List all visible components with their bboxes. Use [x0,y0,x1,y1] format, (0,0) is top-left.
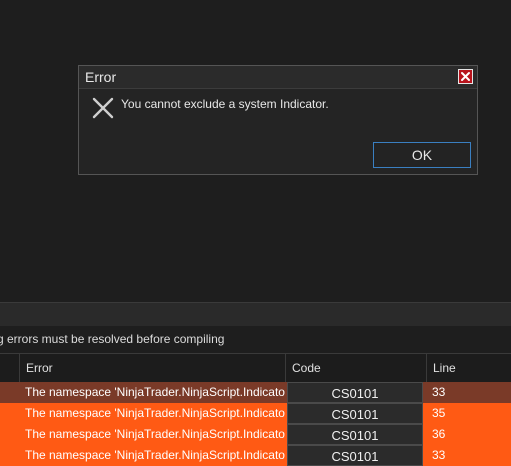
error-cell: The namespace 'NinjaTrader.NinjaScript.I… [25,427,285,441]
code-cell: CS0101 [287,382,423,403]
table-row[interactable]: The namespace 'NinjaTrader.NinjaScript.I… [0,445,511,466]
error-dialog: Error You cannot exclude a system Indica… [78,65,478,175]
table-row[interactable]: The namespace 'NinjaTrader.NinjaScript.I… [0,403,511,424]
error-cell: The namespace 'NinjaTrader.NinjaScript.I… [25,448,285,462]
line-cell: 35 [432,406,446,420]
code-cell: CS0101 [287,424,423,445]
status-bar: g errors must be resolved before compili… [0,326,511,353]
code-cell: CS0101 [287,403,423,424]
line-cell: 36 [432,427,446,441]
dialog-title-bar[interactable]: Error [79,66,477,89]
row-gutter [0,382,19,403]
column-header-error[interactable]: Error [19,354,285,382]
line-cell: 33 [432,385,446,399]
line-cell: 33 [432,448,446,462]
dialog-title: Error [85,69,117,85]
x-error-icon [91,96,115,120]
close-icon[interactable] [458,69,473,84]
error-cell: The namespace 'NinjaTrader.NinjaScript.I… [25,385,285,399]
error-grid: Error Code Line The namespace 'NinjaTrad… [0,353,511,466]
row-gutter [0,424,19,445]
row-gutter [0,445,19,466]
panel-toolbar [0,302,511,327]
status-text: g errors must be resolved before compili… [0,332,225,346]
column-header-code[interactable]: Code [285,354,426,382]
column-header-line[interactable]: Line [426,354,511,382]
ok-button[interactable]: OK [373,142,471,168]
header-gutter [0,354,19,382]
table-row[interactable]: The namespace 'NinjaTrader.NinjaScript.I… [0,424,511,445]
error-cell: The namespace 'NinjaTrader.NinjaScript.I… [25,406,285,420]
code-cell: CS0101 [287,445,423,466]
row-gutter [0,403,19,424]
grid-header: Error Code Line [0,353,511,383]
table-row[interactable]: The namespace 'NinjaTrader.NinjaScript.I… [0,382,511,403]
dialog-message: You cannot exclude a system Indicator. [121,97,329,111]
